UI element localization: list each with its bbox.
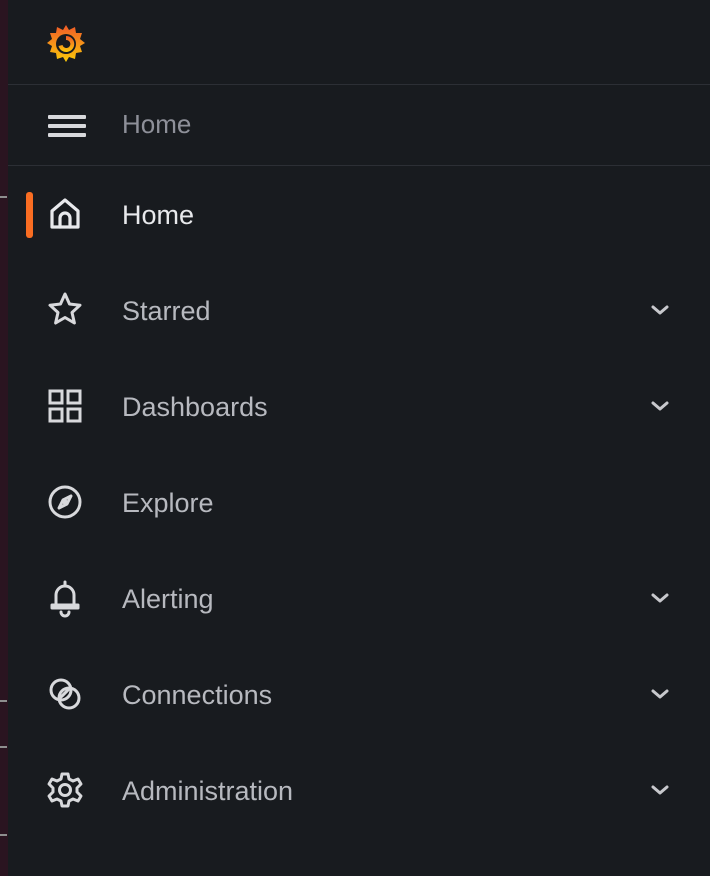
edge-mark	[0, 746, 7, 748]
bell-icon	[45, 578, 85, 618]
grafana-logo-icon[interactable]	[44, 22, 88, 66]
nav-item-label: Administration	[122, 776, 294, 806]
menu-header	[8, 0, 710, 85]
nav-item-explore[interactable]: Explore	[8, 454, 710, 550]
nav-item-alerting[interactable]: Alerting	[8, 550, 710, 646]
nav-item-label: Starred	[122, 296, 211, 326]
chevron-down-icon[interactable]	[648, 682, 672, 706]
nav-item-label: Explore	[122, 488, 214, 518]
nav-item-starred[interactable]: Starred	[8, 262, 710, 358]
compass-icon	[45, 482, 85, 522]
background-page-edge	[0, 0, 8, 876]
chevron-down-icon[interactable]	[648, 298, 672, 322]
hamburger-menu-icon[interactable]	[44, 112, 90, 140]
nav-item-label: Dashboards	[122, 392, 268, 422]
connections-icon	[45, 674, 85, 714]
chevron-down-icon[interactable]	[648, 586, 672, 610]
edge-mark	[0, 196, 7, 198]
app-frame: Home Home Starred Dashboards Explore Ale…	[0, 0, 710, 876]
menu-dock-row: Home	[8, 85, 710, 166]
nav-item-administration[interactable]: Administration	[8, 742, 710, 838]
nav-item-dashboards[interactable]: Dashboards	[8, 358, 710, 454]
active-indicator	[26, 192, 33, 238]
star-icon	[45, 290, 85, 330]
nav-item-label: Connections	[122, 680, 273, 710]
chevron-down-icon[interactable]	[648, 394, 672, 418]
apps-grid-icon	[45, 386, 85, 426]
dock-title: Home	[122, 109, 192, 139]
nav-item-label: Home	[122, 200, 195, 230]
edge-mark	[0, 700, 7, 702]
nav-item-home[interactable]: Home	[8, 166, 710, 262]
mega-menu: Home Home Starred Dashboards Explore Ale…	[8, 0, 710, 876]
nav-item-label: Alerting	[122, 584, 214, 614]
chevron-down-icon[interactable]	[648, 778, 672, 802]
gear-icon	[45, 770, 85, 810]
nav-item-connections[interactable]: Connections	[8, 646, 710, 742]
home-icon	[45, 194, 85, 234]
edge-mark	[0, 834, 7, 836]
